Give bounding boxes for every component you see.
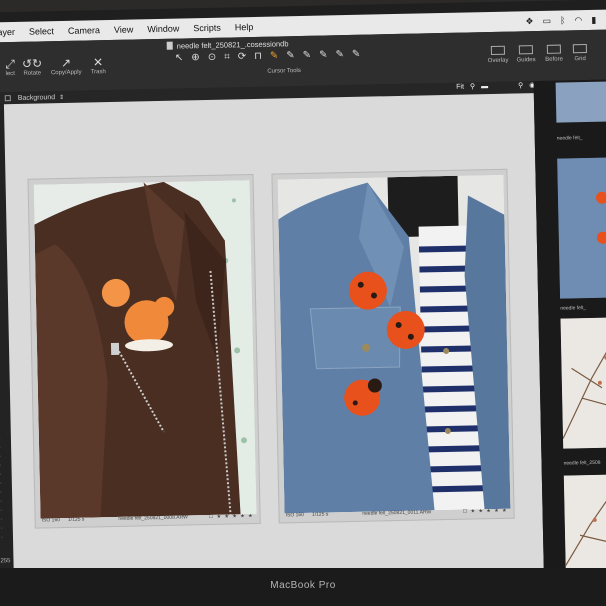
- copy-apply-button[interactable]: ↗ Copy/Apply: [49, 56, 83, 77]
- menu-select[interactable]: Select: [22, 26, 61, 37]
- menu-camera[interactable]: Camera: [61, 25, 107, 36]
- photo-card-leather-jacket[interactable]: ISO 160 1/125 s needle felt_250821_0008.…: [27, 174, 261, 529]
- document-title: needle felt_250821_.cosessiondb: [166, 39, 289, 51]
- filmstrip-thumb-label: needle felt_: [560, 305, 587, 312]
- overlay-button[interactable]: Overlay: [485, 45, 511, 65]
- layer-dropdown-icon[interactable]: ⇕: [59, 93, 64, 100]
- guides-button[interactable]: Guides: [513, 45, 539, 64]
- photo-card-denim-jacket[interactable]: ISO 160 1/125 s needle felt_250821_0011.…: [271, 168, 515, 524]
- menu-layer[interactable]: Layer: [0, 27, 22, 38]
- pointer-tool-icon[interactable]: ↖: [175, 52, 184, 63]
- grid-button[interactable]: Grid: [567, 44, 593, 63]
- before-button[interactable]: Before: [541, 44, 567, 63]
- filmstrip-thumb[interactable]: [563, 474, 606, 576]
- rotate-tool-icon[interactable]: ⟳: [238, 51, 247, 62]
- crop-tool-icon[interactable]: ⌗: [224, 51, 230, 62]
- eraser-tool-icon[interactable]: ✎: [335, 49, 344, 60]
- filmstrip-panel: needle felt_ needle felt_ needle felt_25…: [533, 79, 606, 582]
- brush-tool-icon[interactable]: ✎: [270, 50, 279, 61]
- filmstrip-thumb-label: needle felt_2508: [563, 459, 601, 467]
- copy-apply-icon: ↗: [60, 55, 72, 71]
- heal-tool-icon[interactable]: ✎: [303, 50, 312, 61]
- laptop-screen: Layer Select Camera View Window Scripts …: [0, 0, 606, 593]
- rotate-icon: ↺↻: [21, 56, 43, 71]
- layer-selector[interactable]: Background: [18, 94, 55, 102]
- panel-ruler: ------------: [0, 435, 3, 541]
- leather-jacket-image: [33, 180, 257, 519]
- rating-stars[interactable]: ☐ ★ ★ ★ ★ ★: [209, 513, 254, 520]
- display-icon[interactable]: ▭: [542, 15, 551, 26]
- menu-help[interactable]: Help: [228, 22, 261, 33]
- bluetooth-icon[interactable]: ᛒ: [560, 15, 566, 26]
- zoom-tool-icon[interactable]: ⊙: [208, 52, 217, 63]
- zoom-slider-icon[interactable]: ▬: [481, 83, 488, 90]
- menu-window[interactable]: Window: [140, 23, 186, 35]
- battery-icon[interactable]: ▮: [591, 14, 596, 25]
- pan-tool-icon[interactable]: ⊕: [191, 52, 200, 63]
- picker-tool-icon[interactable]: ✎: [352, 49, 361, 60]
- photo-leather-jacket: [33, 180, 257, 519]
- layer-lock-checkbox[interactable]: [4, 95, 11, 102]
- laptop-brand-label: MacBook Pro: [270, 580, 336, 591]
- trash-icon: ✕: [92, 55, 104, 70]
- laptop-bezel: MacBook Pro: [0, 568, 606, 606]
- filmstrip-thumb-selected[interactable]: [557, 157, 606, 299]
- guides-icon: [518, 45, 533, 55]
- rating-stars[interactable]: ☐ ★ ★ ★ ★ ★: [463, 508, 508, 515]
- photo-denim-jacket: [277, 174, 511, 514]
- trash-button[interactable]: ✕ Trash: [81, 55, 115, 76]
- before-icon: [546, 44, 561, 54]
- picker-icon[interactable]: ⚲: [518, 81, 523, 89]
- wifi-icon[interactable]: ◠: [574, 15, 582, 26]
- branches-thumb-image-2: [563, 474, 606, 576]
- image-viewer[interactable]: ISO 160 1/125 s needle felt_250821_0008.…: [3, 93, 544, 585]
- overlay-icon: [490, 45, 505, 56]
- cursor-tools-group: ↖ ⊕ ⊙ ⌗ ⟳ ⊓ ✎ ✎ ✎ ✎ ✎ ✎ Cursor Tools: [175, 49, 361, 75]
- grid-icon: [572, 44, 587, 54]
- dropbox-icon[interactable]: ❖: [525, 16, 533, 27]
- denim-thumb-image: [557, 157, 606, 299]
- cursor-tools-label: Cursor Tools: [267, 67, 301, 75]
- zoom-value: 255: [0, 558, 11, 565]
- pen-tool-icon[interactable]: ✎: [286, 50, 295, 61]
- denim-jacket-image: [277, 174, 511, 514]
- filmstrip-thumb-label: needle felt_: [556, 135, 583, 142]
- document-icon: [166, 41, 173, 50]
- status-icons: ❖ ▭ ᛒ ◠ ▮: [525, 14, 606, 27]
- fit-zoom-label[interactable]: Fit: [456, 83, 464, 90]
- menu-view[interactable]: View: [107, 24, 141, 35]
- filmstrip-thumb[interactable]: [555, 81, 606, 123]
- keystone-tool-icon[interactable]: ⊓: [254, 51, 262, 62]
- menu-scripts[interactable]: Scripts: [186, 23, 228, 34]
- clone-tool-icon[interactable]: ✎: [319, 49, 328, 60]
- zoom-icon[interactable]: ⚲: [470, 82, 475, 90]
- filmstrip-thumb[interactable]: [560, 317, 606, 449]
- branches-thumb-image: [560, 317, 606, 449]
- rotate-button[interactable]: ↺↻ Rotate: [15, 56, 49, 77]
